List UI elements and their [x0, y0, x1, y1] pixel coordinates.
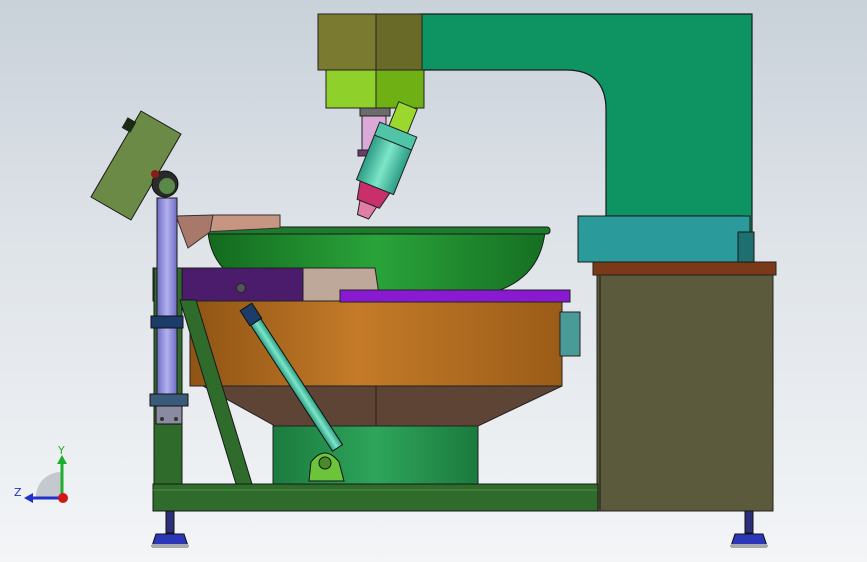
press-column [419, 13, 755, 263]
assembly-drawing: Y Z [14, 13, 777, 548]
leveling-foot-right [730, 510, 768, 548]
x-axis-dot [58, 493, 68, 503]
leveling-foot-left [151, 510, 189, 548]
y-axis-label: Y [57, 444, 65, 457]
control-cabinet [592, 261, 777, 512]
orientation-triad[interactable]: Y Z [14, 444, 68, 503]
z-axis-label: Z [14, 486, 22, 499]
cad-viewport[interactable]: Y Z [0, 0, 867, 562]
pedestal [272, 425, 479, 485]
